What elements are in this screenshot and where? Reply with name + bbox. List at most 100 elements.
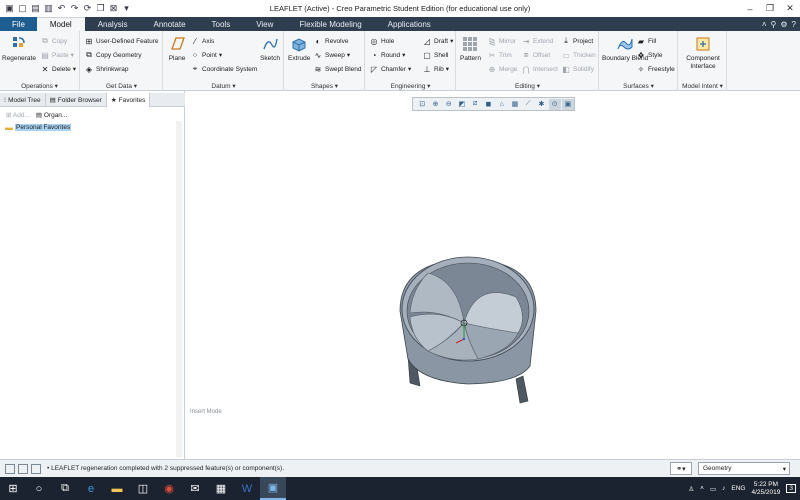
intersect-button[interactable]: ⋂ Intersect [521, 63, 558, 75]
annotation-display-icon[interactable]: ✱ [535, 99, 547, 110]
minimize-ribbon-icon[interactable]: ˄ [762, 20, 767, 29]
search-icon[interactable]: ⚲ [771, 20, 777, 29]
copy-button[interactable]: ⧉ Copy [40, 35, 67, 47]
customize-icon[interactable]: ▾ [121, 3, 132, 14]
offset-button[interactable]: ⧈ Offset [521, 49, 550, 61]
language-indicator[interactable]: ENG [731, 485, 745, 492]
freestyle-button[interactable]: ✧ Freestyle [636, 63, 675, 75]
volume-icon[interactable]: ♪ [722, 485, 725, 492]
sweep-button[interactable]: ∿ Sweep ▾ [313, 49, 351, 61]
network-icon[interactable]: ▭ [710, 485, 716, 493]
coordinate-system-button[interactable]: ⌖ Coordinate System [190, 63, 258, 75]
group-label-model-intent[interactable]: Model Intent ▾ [679, 82, 726, 90]
round-button[interactable]: ◔ Round ▾ [369, 49, 406, 61]
tab-model-tree[interactable]: ⁝ Model Tree [0, 93, 46, 107]
tab-flexible-modeling[interactable]: Flexible Modeling [286, 17, 374, 31]
plane-button[interactable]: Plane [167, 34, 187, 63]
maximize-button[interactable]: ❐ [760, 0, 780, 17]
saved-orientations-icon[interactable]: ⌂ [496, 99, 508, 110]
help-icon[interactable]: ? [792, 20, 796, 29]
add-favorite-button[interactable]: ⊞ Add... [6, 111, 30, 119]
undo-icon[interactable]: ↶ [56, 3, 67, 14]
revolve-button[interactable]: ◐ Revolve [313, 35, 349, 47]
minimize-button[interactable]: – [740, 0, 760, 17]
tab-tools[interactable]: Tools [199, 17, 244, 31]
rib-button[interactable]: ⊥ Rib ▾ [422, 63, 450, 75]
project-button[interactable]: ⤓ Project [561, 35, 593, 47]
paste-button[interactable]: ▤ Paste ▾ [40, 49, 74, 61]
extend-button[interactable]: ⇥ Extend [521, 35, 554, 47]
open-folder-icon[interactable]: ▤ [30, 3, 41, 14]
shell-button[interactable]: ▢ Shell [422, 49, 448, 61]
graphics-window[interactable]: ⊡ ⊕ ⊖ ◩ ⧄ ◼ ⌂ ▦ ⟋ ✱ ⊙ ▣ Insert Mode [186, 91, 800, 459]
find-button[interactable]: ⚭ ▾ [670, 462, 692, 475]
display-style-icon[interactable]: ◼ [482, 99, 494, 110]
group-label-datum[interactable]: Datum ▾ [164, 82, 283, 90]
tab-file[interactable]: File [0, 17, 37, 31]
shrinkwrap-button[interactable]: ◈ Shrinkwrap [84, 63, 129, 75]
notifications-icon[interactable]: 3 [786, 484, 796, 493]
user-defined-feature-button[interactable]: ⊞ User-Defined Feature [84, 35, 159, 47]
group-label-surfaces[interactable]: Surfaces ▾ [600, 82, 677, 90]
refit-icon[interactable]: ⊡ [416, 99, 428, 110]
group-label-engineering[interactable]: Engineering ▾ [366, 82, 455, 90]
clock[interactable]: 5:22 PM 4/25/2019 [751, 481, 780, 497]
group-label-shapes[interactable]: Shapes ▾ [285, 82, 364, 90]
point-button[interactable]: ⁘ Point ▾ [190, 49, 222, 61]
tab-view[interactable]: View [243, 17, 286, 31]
vertical-scrollbar[interactable] [176, 121, 182, 457]
chrome-icon[interactable]: ◉ [156, 477, 182, 500]
tab-folder-browser[interactable]: ▤ Folder Browser [46, 93, 107, 107]
tab-model[interactable]: Model [36, 17, 85, 31]
store-icon[interactable]: ◫ [130, 477, 156, 500]
merge-button[interactable]: ⊕ Merge [487, 63, 518, 75]
hole-button[interactable]: ◎ Hole [369, 35, 395, 47]
3d-model-leaflet[interactable] [398, 251, 538, 411]
new-file-icon[interactable]: ▢ [17, 3, 28, 14]
component-interface-button[interactable]: Component Interface [681, 34, 725, 71]
named-views-icon[interactable]: ▣ [561, 98, 574, 110]
extrude-button[interactable]: Extrude [288, 34, 310, 63]
solidify-button[interactable]: ◧ Solidify [561, 63, 594, 75]
regenerate-icon[interactable]: ⟳ [82, 3, 93, 14]
full-screen-icon[interactable] [31, 463, 41, 474]
perspective-icon[interactable]: ⧄ [469, 99, 481, 110]
draft-button[interactable]: ◿ Draft ▾ [422, 35, 453, 47]
toggle-browser-icon[interactable] [18, 463, 28, 474]
search-icon[interactable]: ○ [26, 477, 52, 500]
style-button[interactable]: ❖ Style [636, 49, 662, 61]
close-window-icon[interactable]: ⊠ [108, 3, 119, 14]
start-icon[interactable]: ⊞ [0, 477, 26, 500]
regenerate-button[interactable]: Regenerate [2, 34, 36, 63]
copy-geometry-button[interactable]: ⧉ Copy Geometry [84, 49, 141, 61]
swept-blend-button[interactable]: ≋ Swept Blend [313, 63, 362, 75]
task-view-icon[interactable]: ⧉ [52, 477, 78, 500]
people-icon[interactable]: ♙ [688, 485, 694, 493]
list-item[interactable]: ▬ Personal Favorites [5, 123, 72, 132]
chevron-up-icon[interactable]: ˄ [700, 485, 704, 492]
axis-button[interactable]: ⁄ Axis [190, 35, 214, 47]
tab-applications[interactable]: Applications [375, 17, 444, 31]
file-explorer-icon[interactable]: ▬ [104, 477, 130, 500]
spin-center-icon[interactable]: ⊙ [548, 98, 561, 110]
thicken-button[interactable]: ▭ Thicken [561, 49, 596, 61]
app-icon[interactable]: ▣ [4, 3, 15, 14]
tab-analysis[interactable]: Analysis [85, 17, 141, 31]
save-icon[interactable]: ▥ [43, 3, 54, 14]
mirror-button[interactable]: ⧎ Mirror [487, 35, 516, 47]
view-manager-icon[interactable]: ▦ [509, 99, 521, 110]
trim-button[interactable]: ✂ Trim [487, 49, 512, 61]
fill-button[interactable]: ▰ Fill [636, 35, 656, 47]
group-label-get-data[interactable]: Get Data ▾ [81, 82, 162, 90]
creo-app-icon[interactable]: ▣ [260, 477, 286, 500]
group-label-operations[interactable]: Operations ▾ [0, 82, 79, 90]
settings-icon[interactable]: ⚙ [780, 20, 787, 29]
chamfer-button[interactable]: ◸ Chamfer ▾ [369, 63, 411, 75]
datum-display-icon[interactable]: ⟋ [522, 99, 534, 110]
sketch-button[interactable]: Sketch [260, 34, 280, 63]
mail-icon[interactable]: ✉ [182, 477, 208, 500]
repaint-icon[interactable]: ◩ [456, 99, 468, 110]
tab-annotate[interactable]: Annotate [140, 17, 198, 31]
selection-filter[interactable]: Geometry ▾ [698, 462, 790, 475]
close-button[interactable]: ✕ [780, 0, 800, 17]
